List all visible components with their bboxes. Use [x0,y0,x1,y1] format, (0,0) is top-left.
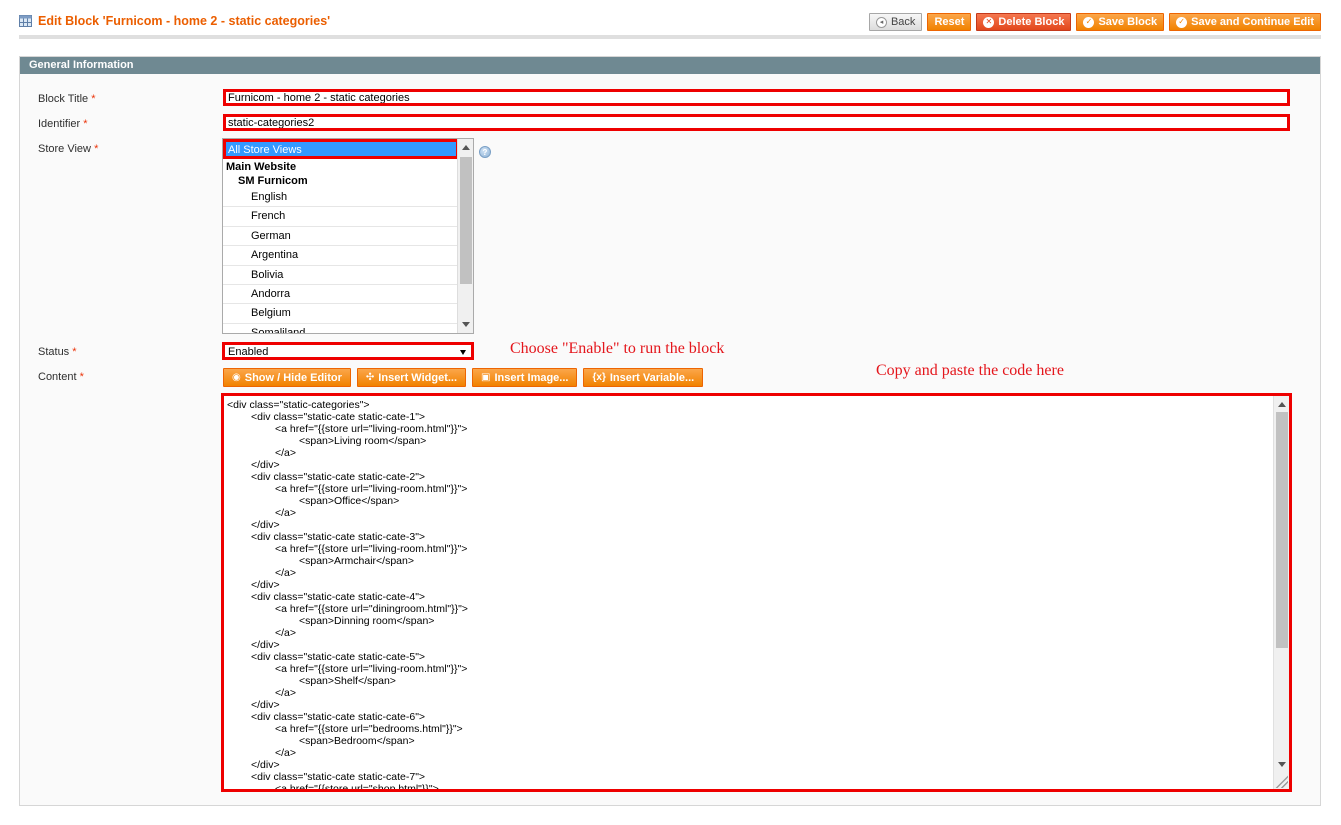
scroll-down-arrow-icon[interactable] [462,322,470,327]
store-view-option[interactable]: Bolivia [223,266,457,285]
insert-variable-button[interactable]: {x} Insert Variable... [583,368,704,387]
store-view-options: All Store Views Main Website SM Furnicom… [223,139,459,333]
content-textarea[interactable]: <div class="static-categories"> <div cla… [221,393,1292,792]
scrollbar-thumb[interactable] [460,157,472,284]
store-view-label: Store View * [38,143,99,155]
status-selected-value: Enabled [228,346,269,358]
insert-widget-button[interactable]: ✣ Insert Widget... [356,368,467,387]
save-and-continue-button[interactable]: ✓ Save and Continue Edit [1169,13,1321,31]
store-view-scrollbar[interactable] [457,139,473,333]
delete-block-button[interactable]: ✕ Delete Block [976,13,1072,31]
eye-icon: ◉ [232,372,241,383]
page-title: Edit Block 'Furnicom - home 2 - static c… [19,14,330,28]
block-title-input[interactable] [223,89,1290,106]
variable-icon: {x} [592,372,606,383]
page-header: Edit Block 'Furnicom - home 2 - static c… [19,10,1321,39]
general-information-fieldset: General Information Block Title * Identi… [19,56,1321,806]
scroll-up-arrow-icon[interactable] [462,145,470,150]
help-icon[interactable]: ? [479,146,491,158]
store-view-option[interactable]: Somaliland [223,324,457,333]
store-view-option[interactable]: German [223,227,457,247]
show-hide-editor-button[interactable]: ◉ Show / Hide Editor [223,368,351,387]
content-code[interactable]: <div class="static-categories"> <div cla… [227,399,468,789]
scroll-up-arrow-icon[interactable] [1278,402,1286,407]
store-view-option-all[interactable]: All Store Views [223,139,459,159]
block-title-label: Block Title * [38,93,96,105]
image-icon: ▣ [481,372,491,383]
store-view-option[interactable]: Belgium [223,304,457,324]
grid-icon [19,15,32,27]
content-scrollbar[interactable] [1273,396,1289,789]
store-view-option[interactable]: Andorra [223,285,457,305]
store-view-option[interactable]: French [223,207,457,227]
resize-grip-icon[interactable] [1274,774,1288,788]
identifier-label: Identifier * [38,118,88,130]
page-title-text: Edit Block 'Furnicom - home 2 - static c… [38,14,331,28]
status-label: Status * [38,346,77,358]
dropdown-arrow-icon [460,350,466,355]
reset-button[interactable]: Reset [927,13,972,31]
content-annotation: Copy and paste the code here [876,362,1064,379]
back-arrow-icon: ◂ [875,16,887,28]
editor-toolbar: ◉ Show / Hide Editor ✣ Insert Widget... … [223,368,704,387]
fieldset-legend: General Information [20,57,1320,74]
content-label: Content * [38,371,84,383]
store-view-multiselect[interactable]: All Store Views Main Website SM Furnicom… [222,138,474,334]
store-view-group-store: SM Furnicom [238,175,308,187]
save-block-button[interactable]: ✓ Save Block [1076,13,1165,31]
identifier-input[interactable] [223,114,1290,131]
scroll-down-arrow-icon[interactable] [1278,762,1286,767]
status-annotation: Choose "Enable" to run the block [510,340,725,357]
delete-icon: ✕ [983,16,995,28]
insert-image-button[interactable]: ▣ Insert Image... [472,368,578,387]
status-select[interactable]: Enabled [222,342,474,360]
check-icon: ✓ [1176,16,1188,28]
store-view-group-website: Main Website [226,161,297,173]
widget-icon: ✣ [365,372,375,383]
back-button[interactable]: ◂ Back [868,13,923,31]
store-view-option[interactable]: English [223,188,457,208]
check-icon: ✓ [1083,16,1095,28]
form-actions: ◂ Back Reset ✕ Delete Block ✓ Save Block… [868,13,1321,31]
scrollbar-thumb[interactable] [1276,412,1288,648]
store-view-option[interactable]: Argentina [223,246,457,266]
